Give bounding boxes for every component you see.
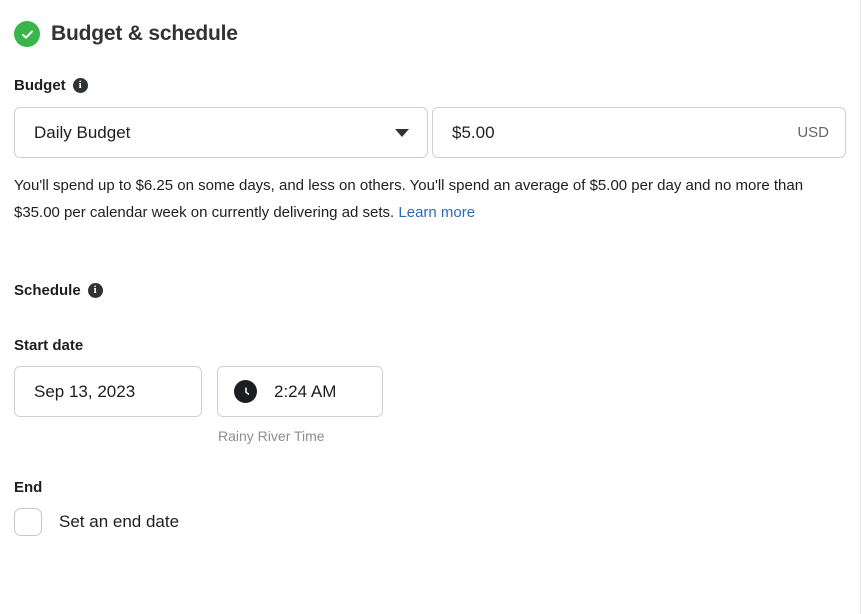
start-time-value: 2:24 AM	[274, 381, 337, 401]
budget-amount-value: $5.00	[452, 122, 495, 142]
start-time-input[interactable]: 2:24 AM	[217, 366, 383, 417]
start-date-value: Sep 13, 2023	[34, 381, 136, 401]
info-icon[interactable]: i	[72, 78, 88, 93]
set-end-date-row: Set an end date	[14, 508, 846, 536]
budget-amount-input[interactable]: $5.00 USD	[432, 107, 846, 158]
budget-schedule-panel: Budget & schedule Budget i Daily Budget …	[0, 0, 861, 614]
budget-type-value: Daily Budget	[34, 122, 131, 142]
page-title: Budget & schedule	[51, 22, 238, 45]
timezone-caption: Rainy River Time	[218, 428, 325, 444]
section-header: Budget & schedule	[14, 0, 846, 47]
schedule-label-text: Schedule	[14, 282, 81, 299]
budget-controls-row: Daily Budget $5.00 USD	[14, 107, 846, 158]
budget-label: Budget i	[14, 77, 846, 94]
end-label: End	[14, 479, 43, 496]
budget-label-text: Budget	[14, 77, 66, 94]
check-circle-icon	[14, 21, 40, 47]
chevron-down-icon	[395, 128, 409, 137]
start-date-row: Sep 13, 2023 2:24 AM Rainy River Time	[14, 366, 846, 444]
schedule-label: Schedule i	[14, 282, 846, 299]
start-date-input[interactable]: Sep 13, 2023	[14, 366, 202, 417]
info-icon-glyph: i	[93, 284, 97, 296]
set-end-date-checkbox[interactable]	[14, 508, 42, 536]
budget-type-select[interactable]: Daily Budget	[14, 107, 428, 158]
info-icon-glyph: i	[78, 79, 82, 91]
learn-more-link[interactable]: Learn more	[398, 204, 475, 221]
budget-helper-text: You'll spend up to $6.25 on some days, a…	[14, 172, 846, 226]
currency-label: USD	[797, 124, 829, 141]
info-icon[interactable]: i	[87, 283, 103, 298]
clock-icon	[234, 380, 257, 403]
set-end-date-label[interactable]: Set an end date	[59, 512, 179, 532]
start-date-label: Start date	[14, 337, 84, 354]
